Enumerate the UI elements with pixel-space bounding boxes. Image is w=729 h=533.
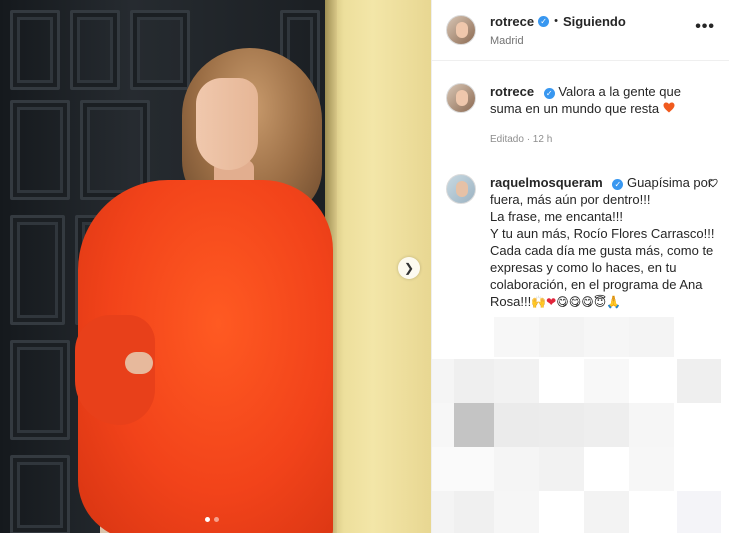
- yum-face-icon: 😋: [556, 295, 569, 309]
- post-header: rotrece ✓ • Siguiendo Madrid •••: [432, 0, 729, 61]
- red-heart-icon: ❤: [546, 295, 557, 309]
- emoji-row: 🙌❤😋😋😋😇🙏: [531, 294, 621, 309]
- separator-dot: •: [554, 15, 558, 27]
- avatar[interactable]: [446, 174, 476, 204]
- instagram-post-view: ❯ rotrece ✓ • Siguiendo Madrid ••• rotre…: [0, 0, 729, 533]
- carousel-dot-active: [205, 517, 210, 522]
- comment: raquelmosqueram ✓ Guapísima por fuera, m…: [446, 174, 718, 311]
- comment-username[interactable]: raquelmosqueram: [490, 175, 603, 190]
- folded-hands-icon: 🙏: [606, 295, 622, 309]
- smiling-halo-icon: 😇: [593, 295, 607, 309]
- carousel-indicator: [205, 517, 219, 522]
- verified-badge-icon: ✓: [543, 88, 555, 99]
- verified-badge-icon: ✓: [538, 15, 550, 27]
- pixelated-blurred-area: [432, 317, 729, 533]
- caption-username[interactable]: rotrece: [490, 84, 534, 99]
- header-username[interactable]: rotrece: [490, 14, 534, 29]
- more-options-icon[interactable]: •••: [695, 18, 715, 36]
- caption: rotrece ✓ Valora a la gente que suma en …: [446, 83, 715, 148]
- avatar[interactable]: [446, 15, 476, 45]
- comments-list: rotrece ✓ Valora a la gente que suma en …: [432, 61, 729, 311]
- post-photo[interactable]: ❯: [0, 0, 431, 533]
- carousel-dot: [214, 517, 219, 522]
- yum-face-icon: 😋: [568, 295, 582, 309]
- woman-face: [196, 78, 258, 170]
- orange-heart-icon: [663, 102, 675, 113]
- location-link[interactable]: Madrid: [490, 35, 626, 47]
- comment-line: La frase, me encanta!!!: [490, 209, 623, 224]
- following-button[interactable]: Siguiendo: [563, 14, 626, 29]
- comment-line: Y tu aun más, Rocío Flores Carrasco!!!: [490, 226, 715, 241]
- like-comment-heart-icon[interactable]: [708, 178, 718, 188]
- post-sidebar: rotrece ✓ • Siguiendo Madrid ••• rotrece…: [431, 0, 729, 533]
- yum-face-icon: 😋: [581, 295, 594, 309]
- raising-hands-icon: 🙌: [531, 295, 547, 309]
- verified-badge-icon: ✓: [612, 179, 624, 190]
- caption-timestamp: Editado · 12 h: [490, 134, 553, 145]
- next-image-button[interactable]: ❯: [398, 257, 420, 279]
- chevron-right-icon: ❯: [403, 261, 415, 275]
- avatar[interactable]: [446, 83, 476, 113]
